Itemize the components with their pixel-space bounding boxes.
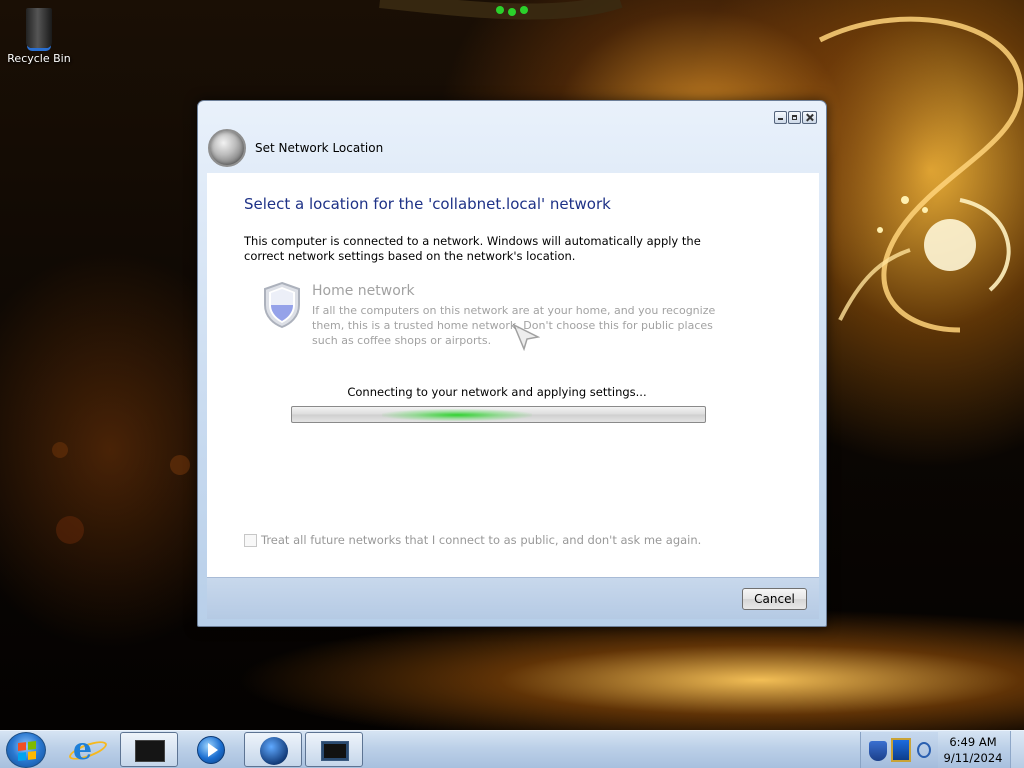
windows-explorer-icon — [135, 740, 165, 762]
shield-icon — [264, 281, 300, 329]
desktop-icon-recycle-bin[interactable]: Recycle Bin — [6, 8, 72, 65]
taskbar-media-player[interactable] — [182, 732, 240, 767]
network-globe-icon — [260, 737, 288, 765]
network-status-icon[interactable] — [891, 738, 911, 762]
network-globe-icon — [208, 129, 246, 167]
cancel-button[interactable]: Cancel — [742, 588, 807, 610]
home-network-option[interactable]: Home network If all the computers on thi… — [262, 281, 732, 351]
taskbar-set-network-location[interactable] — [305, 732, 363, 767]
taskbar: e 6:49 AM 9/11/2024 — [0, 730, 1024, 768]
mouse-cursor-icon — [512, 323, 540, 351]
notification-area — [860, 732, 938, 768]
dialog-heading: Select a location for the 'collabnet.loc… — [244, 195, 611, 213]
recycle-bin-label: Recycle Bin — [7, 52, 71, 65]
taskbar-clock[interactable]: 6:49 AM 9/11/2024 — [940, 734, 1006, 766]
show-desktop-button[interactable] — [1010, 731, 1024, 768]
connection-status-text: Connecting to your network and applying … — [347, 385, 647, 399]
dialog-content: Select a location for the 'collabnet.loc… — [207, 173, 819, 577]
action-center-shield-icon[interactable] — [869, 741, 887, 761]
dialog-title-bar: Set Network Location — [208, 129, 383, 167]
volume-icon[interactable] — [917, 742, 931, 758]
taskbar-windows-explorer[interactable] — [120, 732, 178, 767]
windows-logo-icon — [18, 741, 36, 761]
public-networks-checkbox-row[interactable]: Treat all future networks that I connect… — [244, 533, 701, 547]
taskbar-internet-explorer[interactable]: e — [60, 732, 118, 767]
recycle-bin-icon — [26, 8, 52, 48]
maximize-button[interactable] — [788, 111, 801, 124]
dialog-description: This computer is connected to a network.… — [244, 234, 701, 263]
clock-date: 9/11/2024 — [943, 751, 1003, 765]
set-network-location-window-icon — [321, 741, 349, 761]
set-network-location-dialog: Set Network Location Select a location f… — [197, 100, 827, 627]
public-networks-checkbox[interactable] — [244, 533, 257, 547]
minimize-button[interactable] — [774, 111, 787, 124]
dialog-footer: Cancel — [207, 577, 819, 619]
dialog-title: Set Network Location — [255, 141, 384, 155]
window-controls — [774, 111, 817, 124]
clock-time: 6:49 AM — [949, 735, 997, 749]
taskbar-network[interactable] — [244, 732, 302, 767]
progress-bar — [291, 406, 706, 423]
public-networks-checkbox-label: Treat all future networks that I connect… — [261, 533, 702, 547]
progress-bar-marquee — [382, 409, 532, 421]
home-network-title: Home network — [312, 283, 415, 299]
close-button[interactable] — [802, 111, 817, 124]
start-button[interactable] — [6, 732, 46, 768]
